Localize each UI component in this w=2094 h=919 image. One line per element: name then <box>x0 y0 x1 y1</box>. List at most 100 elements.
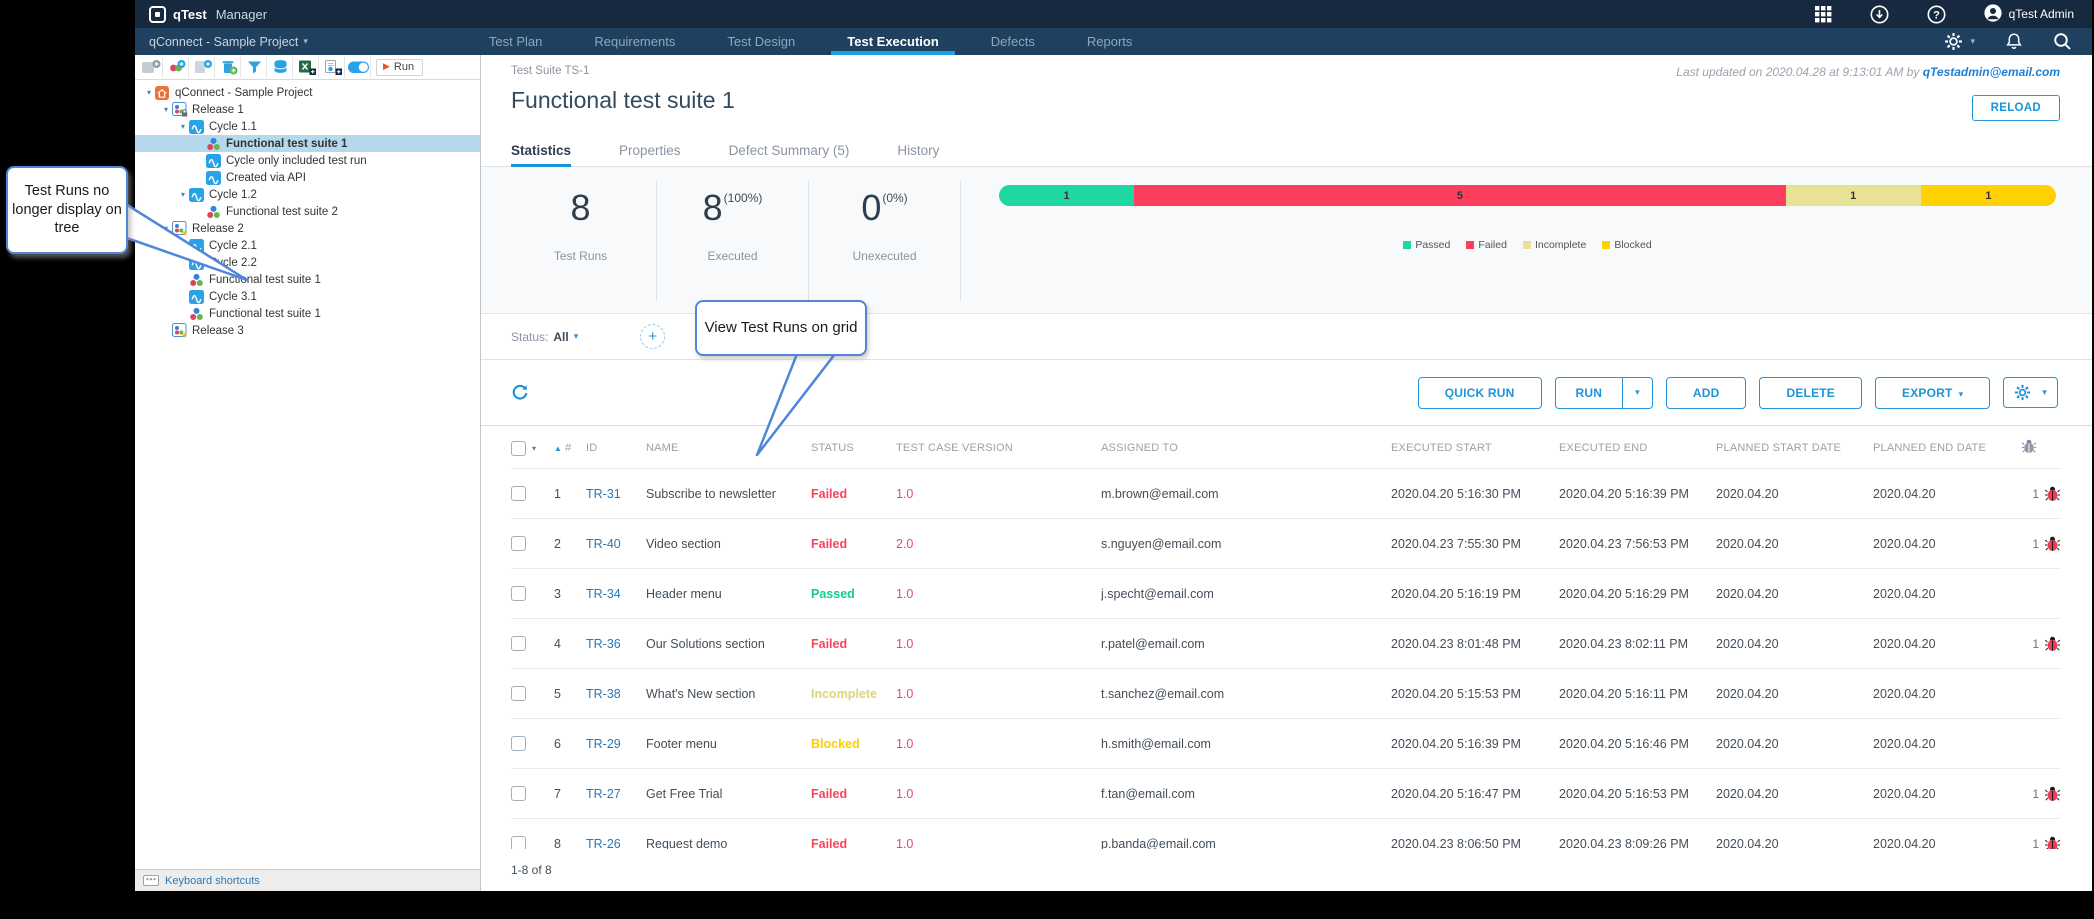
reload-button[interactable]: RELOAD <box>1972 95 2060 121</box>
run-button[interactable]: RUN ▾ <box>1555 377 1653 409</box>
add-release-icon[interactable] <box>139 57 163 78</box>
row-select[interactable] <box>511 819 554 850</box>
col-select[interactable]: ▾ <box>511 426 554 469</box>
test-run-id-link[interactable]: TR-26 <box>586 837 621 850</box>
row-checkbox[interactable] <box>511 786 526 801</box>
select-all-checkbox[interactable] <box>511 441 526 456</box>
delete-icon[interactable] <box>217 57 241 78</box>
row-checkbox[interactable] <box>511 836 526 849</box>
tree-run-button[interactable]: ▶Run <box>376 59 423 76</box>
nav-tab-test-execution[interactable]: Test Execution <box>821 28 965 55</box>
tree-item-cycle-only-included-test-run[interactable]: Cycle only included test run <box>135 152 480 169</box>
tree-item-qconnect-sample-project[interactable]: ▾qConnect - Sample Project <box>135 84 480 101</box>
defect-count[interactable]: 1 <box>2032 536 2061 552</box>
suite-tab-defect-summary-5[interactable]: Defect Summary (5) <box>729 137 850 166</box>
search-icon[interactable] <box>2053 32 2072 51</box>
run-button-label[interactable]: RUN <box>1556 378 1623 408</box>
data-query-icon[interactable] <box>269 57 293 78</box>
row-checkbox[interactable] <box>511 736 526 751</box>
nav-tab-reports[interactable]: Reports <box>1061 28 1159 55</box>
row-checkbox[interactable] <box>511 636 526 651</box>
row-checkbox[interactable] <box>511 686 526 701</box>
test-run-id-link[interactable]: TR-40 <box>586 537 621 551</box>
quick-run-button[interactable]: QUICK RUN <box>1418 377 1542 409</box>
row-select[interactable] <box>511 519 554 569</box>
download-icon[interactable] <box>1870 5 1889 24</box>
col-executed-start[interactable]: EXECUTED START <box>1391 426 1559 469</box>
delete-button[interactable]: DELETE <box>1759 377 1862 409</box>
run-dropdown-caret[interactable]: ▾ <box>1622 378 1652 408</box>
suite-tab-history[interactable]: History <box>897 137 939 166</box>
tree-item-functional-test-suite-1[interactable]: Functional test suite 1 <box>135 305 480 322</box>
filter-icon[interactable] <box>243 57 267 78</box>
tree-expand-caret[interactable]: ▾ <box>160 105 172 114</box>
col-planned-start-date[interactable]: PLANNED START DATE <box>1716 426 1873 469</box>
col-executed-end[interactable]: EXECUTED END <box>1559 426 1716 469</box>
nav-tab-requirements[interactable]: Requirements <box>568 28 701 55</box>
tree-item-created-via-api[interactable]: Created via API <box>135 169 480 186</box>
suite-tab-statistics[interactable]: Statistics <box>511 137 571 166</box>
user-menu[interactable]: qTest Admin <box>1984 4 2074 25</box>
toggle-view-icon[interactable] <box>347 57 371 78</box>
row-select[interactable] <box>511 619 554 669</box>
test-run-id-link[interactable]: TR-34 <box>586 587 621 601</box>
export-excel-icon[interactable] <box>295 57 319 78</box>
add-test-suite-icon[interactable] <box>165 57 189 78</box>
last-updated-user-link[interactable]: qTestadmin@email.com <box>1923 65 2060 79</box>
test-run-id-link[interactable]: TR-29 <box>586 737 621 751</box>
row-checkbox[interactable] <box>511 486 526 501</box>
col-defects-bug-icon[interactable] <box>2021 426 2061 469</box>
keyboard-shortcuts-link[interactable]: Keyboard shortcuts <box>165 875 260 887</box>
help-icon[interactable]: ? <box>1927 5 1946 24</box>
tree-expand-caret[interactable]: ▾ <box>143 88 155 97</box>
status-filter-value[interactable]: All <box>553 330 568 344</box>
select-dropdown-caret[interactable]: ▾ <box>532 444 536 453</box>
row-select[interactable] <box>511 719 554 769</box>
test-run-id-link[interactable]: TR-27 <box>586 787 621 801</box>
row-checkbox[interactable] <box>511 586 526 601</box>
tree-item-cycle-3-1[interactable]: Cycle 3.1 <box>135 288 480 305</box>
last-updated-prefix: Last updated on 2020.04.28 at 9:13:01 AM… <box>1676 65 1922 79</box>
test-run-id-link[interactable]: TR-36 <box>586 637 621 651</box>
export-report-icon[interactable] <box>321 57 345 78</box>
tree-item-release-1[interactable]: ▾Release 1 <box>135 101 480 118</box>
annotation-callout-grid-text: View Test Runs on grid <box>705 319 858 337</box>
defect-count[interactable]: 1 <box>2032 836 2061 850</box>
defect-count[interactable]: 1 <box>2032 636 2061 652</box>
tree-item-functional-test-suite-1[interactable]: Functional test suite 1 <box>135 135 480 152</box>
suite-tab-properties[interactable]: Properties <box>619 137 681 166</box>
test-run-id-link[interactable]: TR-31 <box>586 487 621 501</box>
settings-gear-icon[interactable]: ▾ <box>1944 32 1975 51</box>
grid-settings-button[interactable]: ▾ <box>2003 377 2058 408</box>
apps-grid-icon[interactable] <box>1815 6 1832 23</box>
test-run-id-link[interactable]: TR-38 <box>586 687 621 701</box>
col-planned-end-date[interactable]: PLANNED END DATE <box>1873 426 2021 469</box>
nav-tab-test-plan[interactable]: Test Plan <box>463 28 568 55</box>
col-test-case-version[interactable]: TEST CASE VERSION <box>896 426 1101 469</box>
add-button[interactable]: ADD <box>1666 377 1747 409</box>
notifications-bell-icon[interactable] <box>2005 32 2023 51</box>
add-filter-button[interactable]: + <box>640 324 665 349</box>
tree-item-cycle-1-1[interactable]: ▾Cycle 1.1 <box>135 118 480 135</box>
refresh-icon[interactable] <box>511 384 528 401</box>
row-number: 1 <box>554 469 586 519</box>
col-id[interactable]: ID <box>586 426 646 469</box>
tree-item-release-3[interactable]: ★Release 3 <box>135 322 480 339</box>
row-select[interactable] <box>511 569 554 619</box>
row-checkbox[interactable] <box>511 536 526 551</box>
row-select[interactable] <box>511 469 554 519</box>
project-selector[interactable]: qConnect - Sample Project ▾ <box>149 35 308 49</box>
sort-asc-icon: ▲ <box>554 444 562 453</box>
row-select[interactable] <box>511 669 554 719</box>
tree-expand-caret[interactable]: ▾ <box>177 122 189 131</box>
col-assigned-to[interactable]: ASSIGNED TO <box>1101 426 1391 469</box>
defect-count[interactable]: 1 <box>2032 786 2061 802</box>
nav-tab-defects[interactable]: Defects <box>965 28 1061 55</box>
export-button[interactable]: EXPORT▾ <box>1875 377 1990 409</box>
status-legend: PassedFailedIncompleteBlocked <box>999 236 2056 254</box>
add-build-icon[interactable] <box>191 57 215 78</box>
nav-tab-test-design[interactable]: Test Design <box>701 28 821 55</box>
row-select[interactable] <box>511 769 554 819</box>
defect-count[interactable]: 1 <box>2032 486 2061 502</box>
col-number[interactable]: ▲# <box>554 426 586 469</box>
